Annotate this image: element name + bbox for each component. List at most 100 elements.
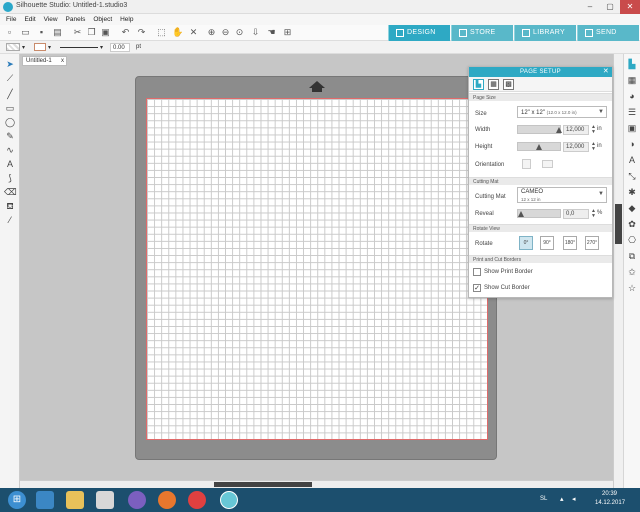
- menu-help[interactable]: Help: [120, 14, 133, 25]
- modify-panel-icon[interactable]: ◆: [626, 202, 638, 214]
- width-slider[interactable]: [517, 125, 562, 134]
- curve-tool-icon[interactable]: ∿: [4, 144, 16, 156]
- design-grid[interactable]: [146, 98, 488, 440]
- tab-design[interactable]: DESIGN: [388, 25, 450, 41]
- media-player-icon[interactable]: [96, 491, 114, 509]
- zoom-out-icon[interactable]: ⊖: [220, 27, 231, 38]
- clock-date[interactable]: 14.12.2017: [595, 500, 625, 506]
- show-cut-border-checkbox[interactable]: ✓: [473, 284, 481, 292]
- menu-object[interactable]: Object: [93, 14, 112, 25]
- menu-panels[interactable]: Panels: [66, 14, 86, 25]
- reveal-slider[interactable]: [517, 209, 561, 218]
- chevron-down-icon[interactable]: ▾: [100, 44, 103, 51]
- file-explorer-icon[interactable]: [66, 491, 84, 509]
- eraser-tool-icon[interactable]: ⌫: [4, 186, 17, 198]
- width-spinner[interactable]: ▲ ▼: [591, 125, 596, 135]
- replicate-panel-icon[interactable]: ✱: [626, 186, 638, 198]
- portrait-orientation-icon[interactable]: [522, 159, 531, 169]
- select-icon[interactable]: ⬚: [156, 27, 167, 38]
- page-setup-close-icon[interactable]: ✕: [603, 67, 609, 77]
- menu-view[interactable]: View: [44, 14, 58, 25]
- minimize-button[interactable]: –: [580, 0, 600, 14]
- point-edit-icon[interactable]: ⟋: [4, 72, 16, 84]
- horizontal-scroll-thumb[interactable]: [214, 482, 312, 487]
- fill-color-swatch[interactable]: [6, 43, 20, 51]
- chevron-down-icon[interactable]: ▾: [48, 44, 51, 51]
- network-icon[interactable]: ▴: [560, 495, 564, 503]
- gradient-panel-icon[interactable]: ◑: [626, 138, 638, 150]
- firefox-icon[interactable]: [158, 491, 176, 509]
- page-setup-panel-icon[interactable]: ▙: [626, 58, 638, 70]
- rotate-0-button[interactable]: 0°: [519, 236, 533, 250]
- cut-icon[interactable]: ✂: [72, 27, 83, 38]
- line-style-preview[interactable]: [60, 47, 98, 48]
- document-tab-close[interactable]: x: [61, 57, 64, 66]
- internet-explorer-icon[interactable]: [36, 491, 54, 509]
- height-slider[interactable]: [517, 142, 561, 151]
- rotate-90-button[interactable]: 90°: [540, 236, 554, 250]
- vertical-scrollbar[interactable]: [613, 54, 623, 488]
- line-color-swatch[interactable]: [34, 43, 46, 51]
- cutting-mat[interactable]: [135, 76, 497, 460]
- show-print-border-checkbox[interactable]: [473, 268, 481, 276]
- grid-tab-icon[interactable]: ▦: [488, 79, 499, 90]
- layers-panel-icon[interactable]: ⧉: [626, 250, 638, 262]
- select-tool-icon[interactable]: ➤: [4, 58, 16, 70]
- text-tool-icon[interactable]: A: [4, 158, 16, 170]
- ellipse-tool-icon[interactable]: ◯: [4, 116, 16, 128]
- favorites-panel-icon[interactable]: ☆: [626, 282, 638, 294]
- transparency-tab-icon[interactable]: ▩: [503, 79, 514, 90]
- menu-edit[interactable]: Edit: [24, 14, 35, 25]
- color-panel-icon[interactable]: ◕: [626, 90, 638, 102]
- width-input[interactable]: 12,000: [563, 125, 589, 135]
- width-slider-knob[interactable]: [556, 127, 562, 133]
- rotate-180-button[interactable]: 180°: [563, 236, 577, 250]
- maximize-button[interactable]: ▢: [600, 0, 620, 14]
- text-panel-icon[interactable]: A: [626, 154, 638, 166]
- paste-icon[interactable]: ▣: [100, 27, 111, 38]
- redo-icon[interactable]: ↷: [136, 27, 147, 38]
- page-size-select[interactable]: 12" x 12" (12.0 x 12.0 in) ▼: [517, 106, 607, 118]
- silhouette-studio-taskbar-icon[interactable]: [220, 491, 238, 509]
- chevron-down-icon[interactable]: ▾: [22, 44, 25, 51]
- tab-library[interactable]: LIBRARY: [514, 25, 576, 41]
- height-input[interactable]: 12,000: [563, 142, 589, 152]
- horizontal-scrollbar[interactable]: [20, 480, 613, 488]
- zoom-fit-icon[interactable]: ⊙: [234, 27, 245, 38]
- reveal-slider-knob[interactable]: [518, 211, 524, 217]
- offset-panel-icon[interactable]: ✿: [626, 218, 638, 230]
- rectangle-tool-icon[interactable]: ▭: [4, 102, 16, 114]
- grid-panel-icon[interactable]: ▦: [626, 74, 638, 86]
- reveal-input[interactable]: 0,0: [563, 209, 589, 219]
- save-icon[interactable]: ▪: [36, 27, 47, 38]
- line-panel-icon[interactable]: ☰: [626, 106, 638, 118]
- print-icon[interactable]: ▤: [52, 27, 63, 38]
- fill-tool-icon[interactable]: ⛾: [4, 200, 16, 212]
- chrome-icon[interactable]: [188, 491, 206, 509]
- delete-icon[interactable]: ✕: [188, 27, 199, 38]
- input-language[interactable]: SL: [540, 496, 547, 502]
- vertical-scroll-thumb[interactable]: [615, 204, 622, 244]
- windows-start-icon[interactable]: ⊞: [8, 491, 26, 509]
- copy-icon[interactable]: ❐: [86, 27, 97, 38]
- knife-tool-icon[interactable]: ⟆: [4, 172, 16, 184]
- new-icon[interactable]: ▫: [4, 27, 15, 38]
- cutting-mat-select[interactable]: CAMEO 12 x 12 in ▼: [517, 187, 607, 203]
- landscape-orientation-icon[interactable]: [542, 160, 553, 168]
- clock-time[interactable]: 20:39: [602, 491, 617, 497]
- tab-store[interactable]: STORE: [451, 25, 513, 41]
- volume-icon[interactable]: ◂: [572, 495, 576, 503]
- pan-icon[interactable]: ✋: [172, 27, 183, 38]
- undo-icon[interactable]: ↶: [120, 27, 131, 38]
- pen-tool-icon[interactable]: ✎: [4, 130, 16, 142]
- fit-page-icon[interactable]: ⊞: [282, 27, 293, 38]
- height-spinner[interactable]: ▲ ▼: [591, 142, 596, 152]
- open-icon[interactable]: ▭: [20, 27, 31, 38]
- hand-icon[interactable]: ☚: [266, 27, 277, 38]
- fill-panel-icon[interactable]: ▣: [626, 122, 638, 134]
- viber-icon[interactable]: [128, 491, 146, 509]
- trace-panel-icon[interactable]: ⎔: [626, 234, 638, 246]
- star-panel-icon[interactable]: ✩: [626, 266, 638, 278]
- zoom-in-icon[interactable]: ⊕: [206, 27, 217, 38]
- eyedropper-icon[interactable]: ⁄: [4, 214, 16, 226]
